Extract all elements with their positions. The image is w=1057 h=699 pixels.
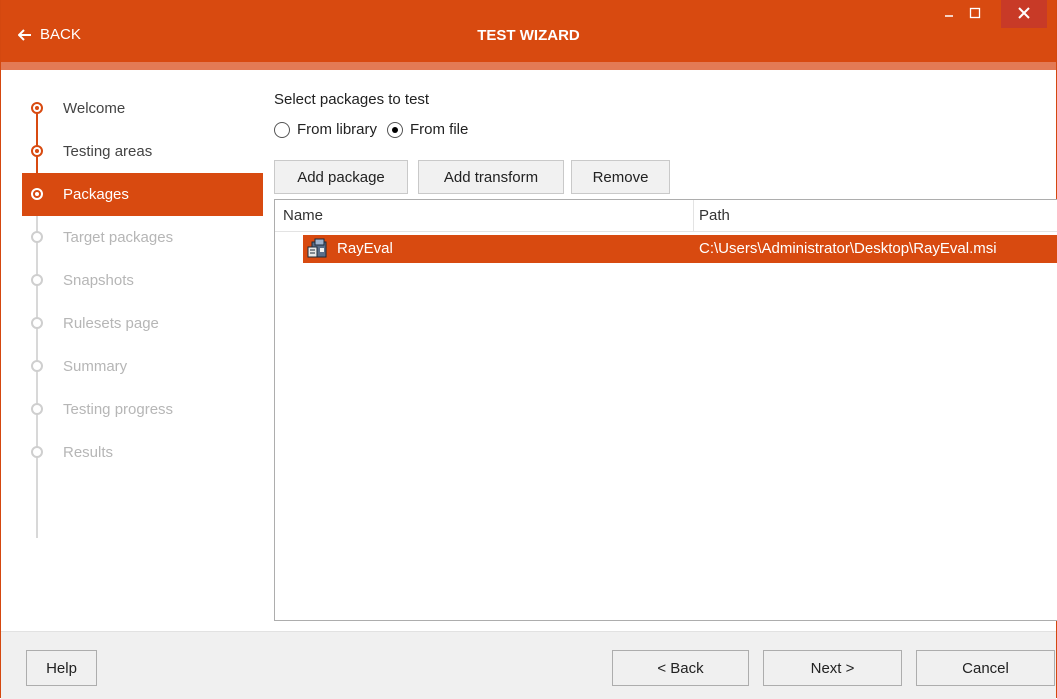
packages-table: Name Path RayEval C:\Users\Administrator… [274, 199, 1057, 621]
title-bar-strip [1, 62, 1056, 70]
test-wizard-window: BACK TEST WIZARD Welcome Testing areas P… [0, 0, 1057, 699]
table-row[interactable]: RayEval C:\Users\Administrator\Desktop\R… [303, 235, 1057, 263]
step-label: Summary [63, 358, 128, 375]
step-results[interactable]: Results [22, 431, 263, 474]
step-label: Welcome [63, 100, 126, 117]
step-label: Rulesets page [63, 315, 159, 332]
step-target-packages[interactable]: Target packages [22, 216, 263, 259]
add-package-button[interactable]: Add package [274, 160, 408, 194]
help-button[interactable]: Help [26, 650, 97, 686]
minimize-icon [944, 4, 954, 20]
step-label: Target packages [63, 229, 174, 246]
step-welcome[interactable]: Welcome [22, 87, 263, 130]
cancel-button[interactable]: Cancel [916, 650, 1055, 686]
step-packages[interactable]: Packages [22, 173, 263, 216]
step-marker-icon [31, 360, 43, 372]
close-button[interactable] [1001, 0, 1047, 28]
step-marker-icon [31, 102, 43, 114]
step-marker-icon [31, 274, 43, 286]
column-divider[interactable] [693, 200, 694, 231]
column-header-name[interactable]: Name [283, 207, 323, 224]
from-file-radio[interactable]: From file [387, 121, 468, 138]
table-header: Name Path [275, 200, 1057, 232]
step-rulesets-page[interactable]: Rulesets page [22, 302, 263, 345]
minimize-button[interactable] [935, 0, 963, 26]
step-marker-icon [31, 446, 43, 458]
wizard-steps-sidebar: Welcome Testing areas Packages Target pa… [1, 70, 263, 631]
add-transform-button[interactable]: Add transform [418, 160, 564, 194]
window-title: TEST WIZARD [477, 27, 580, 44]
msi-package-icon [306, 238, 330, 263]
radio-label: From library [297, 121, 378, 138]
page-heading: Select packages to test [274, 91, 430, 108]
step-label: Results [63, 444, 114, 461]
back-button[interactable]: < Back [612, 650, 749, 686]
step-testing-areas[interactable]: Testing areas [22, 130, 263, 173]
step-label: Testing areas [63, 143, 153, 160]
step-snapshots[interactable]: Snapshots [22, 259, 263, 302]
package-name-cell: RayEval [337, 240, 393, 257]
next-button[interactable]: Next > [763, 650, 902, 686]
step-summary[interactable]: Summary [22, 345, 263, 388]
package-source-radio-group: From library From file [274, 121, 478, 138]
steps-list: Welcome Testing areas Packages Target pa… [22, 87, 263, 538]
step-marker-icon [31, 145, 43, 157]
remove-button[interactable]: Remove [571, 160, 670, 194]
packages-page: Select packages to test From library Fro… [274, 70, 1057, 631]
radio-circle-icon [274, 121, 290, 138]
step-label: Packages [63, 186, 129, 203]
maximize-button[interactable] [961, 0, 989, 28]
wizard-footer: Help < Back Next > Cancel [1, 631, 1056, 699]
maximize-icon [969, 6, 981, 22]
step-label: Testing progress [63, 401, 174, 418]
step-testing-progress[interactable]: Testing progress [22, 388, 263, 431]
close-icon [1018, 6, 1030, 22]
radio-circle-icon [387, 121, 404, 138]
radio-label: From file [410, 121, 469, 138]
column-header-path[interactable]: Path [699, 207, 730, 224]
step-marker-icon [31, 231, 43, 243]
package-path-cell: C:\Users\Administrator\Desktop\RayEval.m… [699, 240, 997, 257]
step-marker-icon [31, 317, 43, 329]
title-bar: BACK TEST WIZARD [1, 0, 1056, 70]
step-marker-icon [31, 403, 43, 415]
step-label: Snapshots [63, 272, 134, 289]
step-marker-icon [31, 188, 43, 200]
from-library-radio[interactable]: From library [274, 121, 377, 138]
